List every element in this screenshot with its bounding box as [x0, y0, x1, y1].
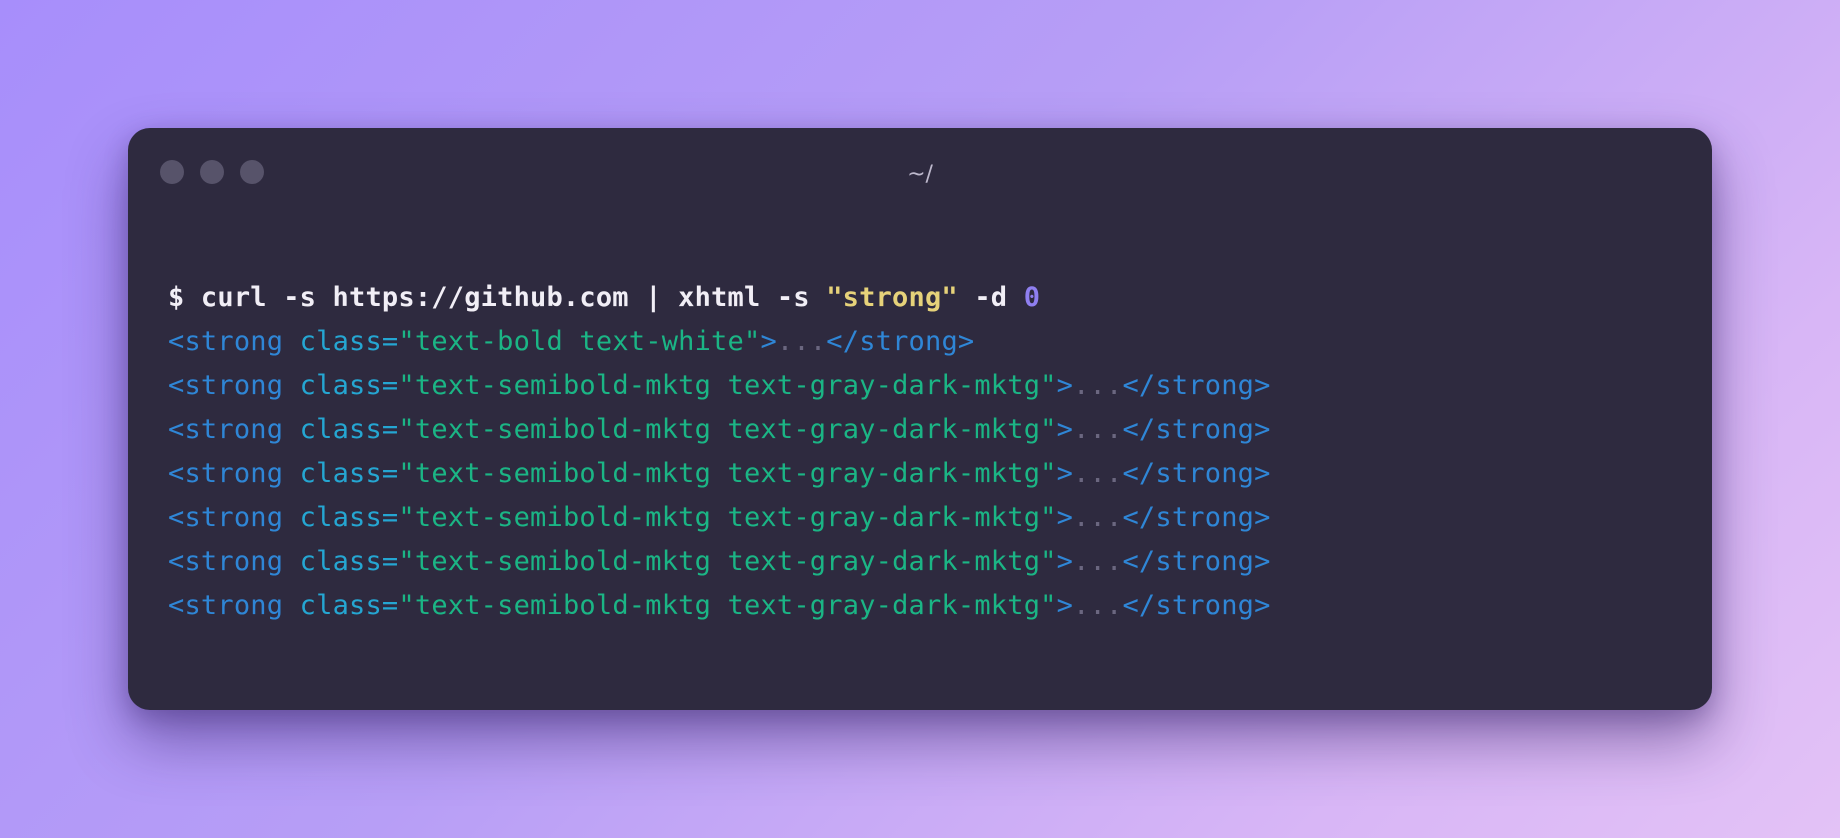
command-text: $ curl -s https://github.com | xhtml -s	[168, 282, 827, 313]
attribute-name: class=	[283, 502, 399, 533]
command-line: $ curl -s https://github.com | xhtml -s …	[168, 276, 1672, 320]
terminal-output[interactable]: $ curl -s https://github.com | xhtml -s …	[168, 276, 1672, 628]
closing-tag: </strong>	[1122, 370, 1271, 401]
closing-tag: </strong>	[826, 326, 975, 357]
attribute-value: "text-semibold-mktg text-gray-dark-mktg"	[398, 370, 1057, 401]
attribute-value: "text-semibold-mktg text-gray-dark-mktg"	[398, 414, 1057, 445]
closing-tag: </strong>	[1122, 546, 1271, 577]
closing-tag: </strong>	[1122, 414, 1271, 445]
attribute-name: class=	[283, 546, 399, 577]
closing-tag: </strong>	[1122, 590, 1271, 621]
terminal-window: ~/ $ curl -s https://github.com | xhtml …	[128, 128, 1712, 710]
ellipsis: ...	[1073, 590, 1123, 621]
output-line: <strong class="text-semibold-mktg text-g…	[168, 364, 1672, 408]
output-lines: <strong class="text-bold text-white">...…	[168, 320, 1672, 628]
command-selector: "strong"	[826, 282, 958, 313]
tag-open: <strong	[168, 458, 284, 489]
window-title: ~/	[907, 162, 933, 187]
tag-open: <strong	[168, 326, 284, 357]
tag-close-bracket: >	[1056, 502, 1074, 533]
attribute-value: "text-semibold-mktg text-gray-dark-mktg"	[398, 502, 1057, 533]
tag-open: <strong	[168, 590, 284, 621]
ellipsis: ...	[1073, 458, 1123, 489]
output-line: <strong class="text-semibold-mktg text-g…	[168, 540, 1672, 584]
attribute-name: class=	[283, 326, 399, 357]
tag-open: <strong	[168, 414, 284, 445]
tag-close-bracket: >	[1056, 370, 1074, 401]
attribute-value: "text-semibold-mktg text-gray-dark-mktg"	[398, 590, 1057, 621]
attribute-value: "text-semibold-mktg text-gray-dark-mktg"	[398, 458, 1057, 489]
closing-tag: </strong>	[1122, 502, 1271, 533]
tag-close-bracket: >	[1056, 458, 1074, 489]
output-line: <strong class="text-bold text-white">...…	[168, 320, 1672, 364]
attribute-name: class=	[283, 590, 399, 621]
tag-open: <strong	[168, 370, 284, 401]
output-line: <strong class="text-semibold-mktg text-g…	[168, 584, 1672, 628]
ellipsis: ...	[1073, 546, 1123, 577]
closing-tag: </strong>	[1122, 458, 1271, 489]
tag-close-bracket: >	[1056, 546, 1074, 577]
tag-close-bracket: >	[1056, 590, 1074, 621]
output-line: <strong class="text-semibold-mktg text-g…	[168, 452, 1672, 496]
attribute-name: class=	[283, 370, 399, 401]
attribute-name: class=	[283, 414, 399, 445]
attribute-value: "text-semibold-mktg text-gray-dark-mktg"	[398, 546, 1057, 577]
tag-close-bracket: >	[760, 326, 777, 357]
tag-open: <strong	[168, 546, 284, 577]
ellipsis: ...	[1073, 370, 1123, 401]
attribute-value: "text-bold text-white"	[398, 326, 761, 357]
title-bar: ~/	[128, 128, 1712, 218]
output-line: <strong class="text-semibold-mktg text-g…	[168, 408, 1672, 452]
ellipsis: ...	[776, 326, 827, 357]
command-flag: -d	[957, 282, 1024, 313]
ellipsis: ...	[1073, 502, 1123, 533]
output-line: <strong class="text-semibold-mktg text-g…	[168, 496, 1672, 540]
tag-open: <strong	[168, 502, 284, 533]
command-depth: 0	[1023, 282, 1041, 313]
ellipsis: ...	[1073, 414, 1123, 445]
attribute-name: class=	[283, 458, 399, 489]
tag-close-bracket: >	[1056, 414, 1074, 445]
